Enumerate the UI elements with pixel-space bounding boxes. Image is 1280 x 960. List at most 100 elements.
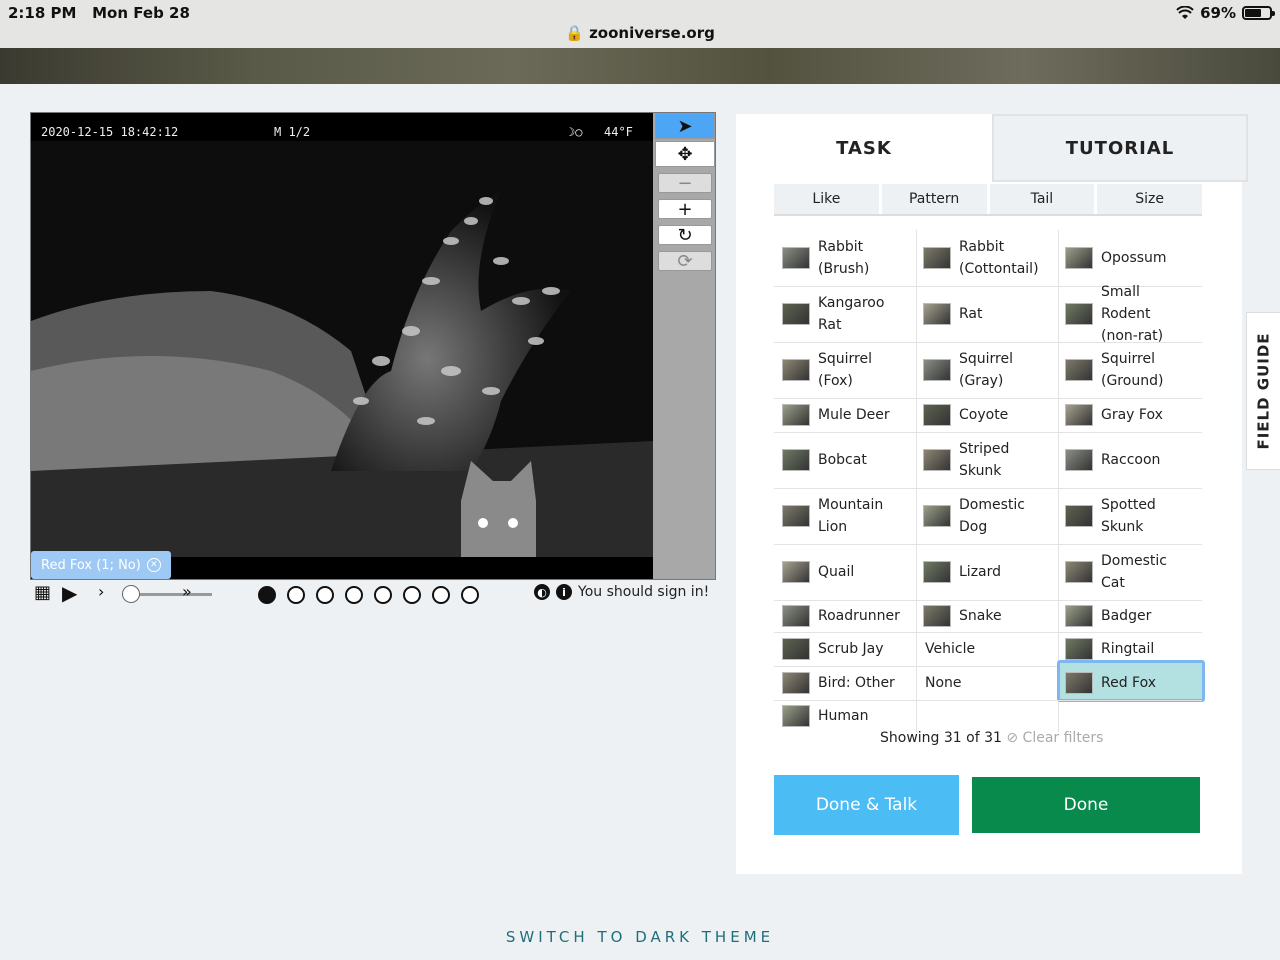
choice-rabbit-brush[interactable]: Rabbit (Brush) [782,230,916,286]
double-chevron-right-icon[interactable]: » [182,582,192,601]
image-timestamp: 2020-12-15 18:42:12 [41,125,179,139]
choice-mule-deer[interactable]: Mule Deer [782,398,916,432]
done-button[interactable]: Done [972,777,1200,833]
choice-bird-other[interactable]: Bird: Other [782,666,916,700]
filter-like[interactable]: Like [774,184,879,214]
choice-none[interactable]: None [925,666,1059,700]
frame-dot[interactable] [374,586,392,604]
choice-rat[interactable]: Rat [923,286,1057,342]
filter-pattern[interactable]: Pattern [881,184,987,214]
subject-image[interactable]: 2020-12-15 18:42:12 M 1/2 ☽○ 44°F Red Fo… [31,113,653,579]
choice-small-rodent-non-rat[interactable]: Small Rodent (non-rat) [1065,284,1199,344]
filter-tail[interactable]: Tail [989,184,1095,214]
tab-task[interactable]: TASK [736,114,992,182]
species-thumbnail [923,404,951,426]
status-right: 69% [1176,4,1275,22]
choice-lizard[interactable]: Lizard [923,544,1057,600]
choice-coyote[interactable]: Coyote [923,398,1057,432]
image-temperature: 44°F [604,125,633,139]
choice-label: Human [818,708,869,724]
status-time: 2:18 PM Mon Feb 28 [8,4,190,22]
choice-rabbit-cottontail[interactable]: Rabbit (Cottontail) [923,230,1057,286]
frame-dot[interactable] [316,586,334,604]
frame-dot[interactable] [345,586,363,604]
choice-label: Opossum [1101,250,1167,266]
frame-dot[interactable] [461,586,479,604]
reset-icon[interactable]: ⟳ [658,251,712,272]
choice-label: Coyote [959,407,1009,423]
species-thumbnail [782,672,810,694]
choice-kangaroo-rat[interactable]: Kangaroo Rat [782,286,916,342]
choice-raccoon[interactable]: Raccoon [1065,432,1199,488]
choice-scrub-jay[interactable]: Scrub Jay [782,632,916,666]
choice-roadrunner[interactable]: Roadrunner [782,600,916,632]
done-and-talk-button[interactable]: Done & Talk [774,775,959,835]
annotation-label: Red Fox (1; No) [41,557,141,573]
frame-dot[interactable] [258,586,276,604]
species-thumbnail [923,505,951,527]
field-guide-tab[interactable]: FIELD GUIDE [1246,312,1280,470]
species-thumbnail [782,359,810,381]
close-icon[interactable]: ✕ [146,558,161,572]
choice-opossum[interactable]: Opossum [1065,230,1199,286]
tab-tutorial[interactable]: TUTORIAL [992,114,1248,182]
grid-view-icon[interactable]: ▦ [34,582,51,603]
move-icon[interactable]: ✥ [655,141,715,167]
frame-dots [258,586,479,604]
zoom-out-icon[interactable]: − [658,173,712,194]
species-thumbnail [782,449,810,471]
species-thumbnail [782,505,810,527]
play-icon[interactable]: ▶ [62,581,77,605]
choice-spotted-skunk[interactable]: Spotted Skunk [1065,488,1199,544]
clear-filters-button[interactable]: ⊘ Clear filters [1006,730,1103,746]
choice-label: Small Rodent (non-rat) [1101,284,1164,344]
choice-domestic-cat[interactable]: Domestic Cat [1065,544,1199,600]
choice-label: Squirrel (Gray) [959,351,1013,389]
battery-icon [1242,6,1275,20]
playback-speed-thumb[interactable] [122,585,140,603]
choice-red-fox[interactable]: Red Fox [1065,666,1199,700]
species-thumbnail [1065,505,1093,527]
choice-label: Rabbit (Cottontail) [959,239,1039,277]
viewer-controls: ▦ ▶ › » ◐ i You should sign in! [32,581,722,608]
choice-snake[interactable]: Snake [923,600,1057,632]
species-thumbnail [923,449,951,471]
choice-badger[interactable]: Badger [1065,600,1199,632]
frame-dot[interactable] [403,586,421,604]
filter-size[interactable]: Size [1097,184,1202,214]
choice-label: Ringtail [1101,641,1155,657]
species-thumbnail [782,303,810,325]
info-icon[interactable]: i [556,584,572,600]
choice-quail[interactable]: Quail [782,544,916,600]
species-thumbnail [782,705,810,727]
image-mode: M 1/2 [274,125,311,139]
species-thumbnail [782,247,810,269]
choice-label: Vehicle [925,641,976,657]
choice-domestic-dog[interactable]: Domestic Dog [923,488,1057,544]
choice-bobcat[interactable]: Bobcat [782,432,916,488]
choice-mountain-lion[interactable]: Mountain Lion [782,488,916,544]
url-bar[interactable]: 🔒 zooniverse.org [0,24,1280,42]
subject-annotation-tag[interactable]: Red Fox (1; No) ✕ [31,551,171,579]
project-banner [0,48,1280,84]
choice-gray-fox[interactable]: Gray Fox [1065,398,1199,432]
contrast-icon[interactable]: ◐ [534,584,550,600]
species-thumbnail [923,605,951,627]
switch-dark-theme-link[interactable]: SWITCH TO DARK THEME [0,928,1280,946]
chevron-right-icon[interactable]: › [98,582,104,601]
species-thumbnail [782,638,810,660]
choice-label: Striped Skunk [959,441,1010,479]
choice-vehicle[interactable]: Vehicle [925,632,1059,666]
choice-striped-skunk[interactable]: Striped Skunk [923,432,1057,488]
zoom-in-icon[interactable]: + [658,199,712,220]
choice-squirrel-fox[interactable]: Squirrel (Fox) [782,342,916,398]
choice-human[interactable]: Human [782,700,916,732]
frame-dot[interactable] [432,586,450,604]
pointer-icon[interactable]: ➤ [655,113,715,139]
frame-dot[interactable] [287,586,305,604]
choice-squirrel-gray[interactable]: Squirrel (Gray) [923,342,1057,398]
species-thumbnail [1065,638,1093,660]
choice-squirrel-ground[interactable]: Squirrel (Ground) [1065,342,1199,398]
rotate-icon[interactable]: ↻ [658,225,712,246]
choice-label: Scrub Jay [818,641,884,657]
